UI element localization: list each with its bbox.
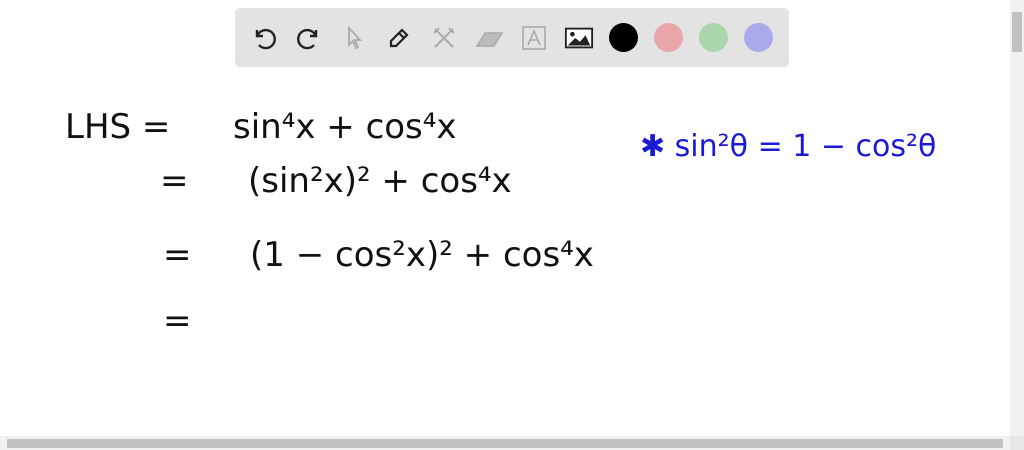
redo-button[interactable] (294, 23, 324, 53)
line-3-rhs: (1 − cos²x)² + cos⁴x (250, 235, 594, 275)
tools-icon (433, 26, 455, 48)
drawing-toolbar (235, 8, 789, 67)
image-icon (564, 27, 594, 48)
scrollbar-corner (1010, 436, 1024, 450)
line-1-lhs: LHS = (65, 107, 170, 147)
eraser-icon (475, 31, 504, 47)
pen-button[interactable] (384, 23, 414, 53)
identity-note: ✱ sin²θ = 1 − cos²θ (640, 129, 936, 164)
text-button[interactable] (519, 23, 549, 53)
image-button[interactable] (564, 23, 594, 53)
line-3-lhs: = (163, 235, 192, 275)
redo-icon (297, 28, 318, 49)
vertical-scroll-thumb[interactable] (1012, 12, 1022, 52)
color-green[interactable] (699, 23, 728, 52)
line-4-lhs: = (163, 301, 192, 341)
select-icon (348, 25, 363, 49)
text-icon (522, 25, 546, 50)
horizontal-scrollbar[interactable] (0, 436, 1010, 450)
line-1-rhs: sin⁴x + cos⁴x (233, 107, 457, 147)
line-2-lhs: = (160, 161, 189, 201)
eraser-button[interactable] (474, 23, 504, 53)
undo-button[interactable] (249, 23, 279, 53)
whiteboard-canvas[interactable]: LHS = sin⁴x + cos⁴x = (sin²x)² + cos⁴x =… (0, 70, 1010, 436)
undo-icon (255, 28, 276, 49)
color-purple[interactable] (744, 23, 773, 52)
line-2-rhs: (sin²x)² + cos⁴x (248, 161, 512, 201)
color-black[interactable] (609, 23, 638, 52)
horizontal-scroll-thumb[interactable] (7, 439, 1003, 448)
vertical-scrollbar[interactable] (1010, 0, 1024, 436)
select-button[interactable] (339, 23, 369, 53)
tools-button[interactable] (429, 23, 459, 53)
pen-icon (389, 27, 409, 47)
color-red[interactable] (654, 23, 683, 52)
